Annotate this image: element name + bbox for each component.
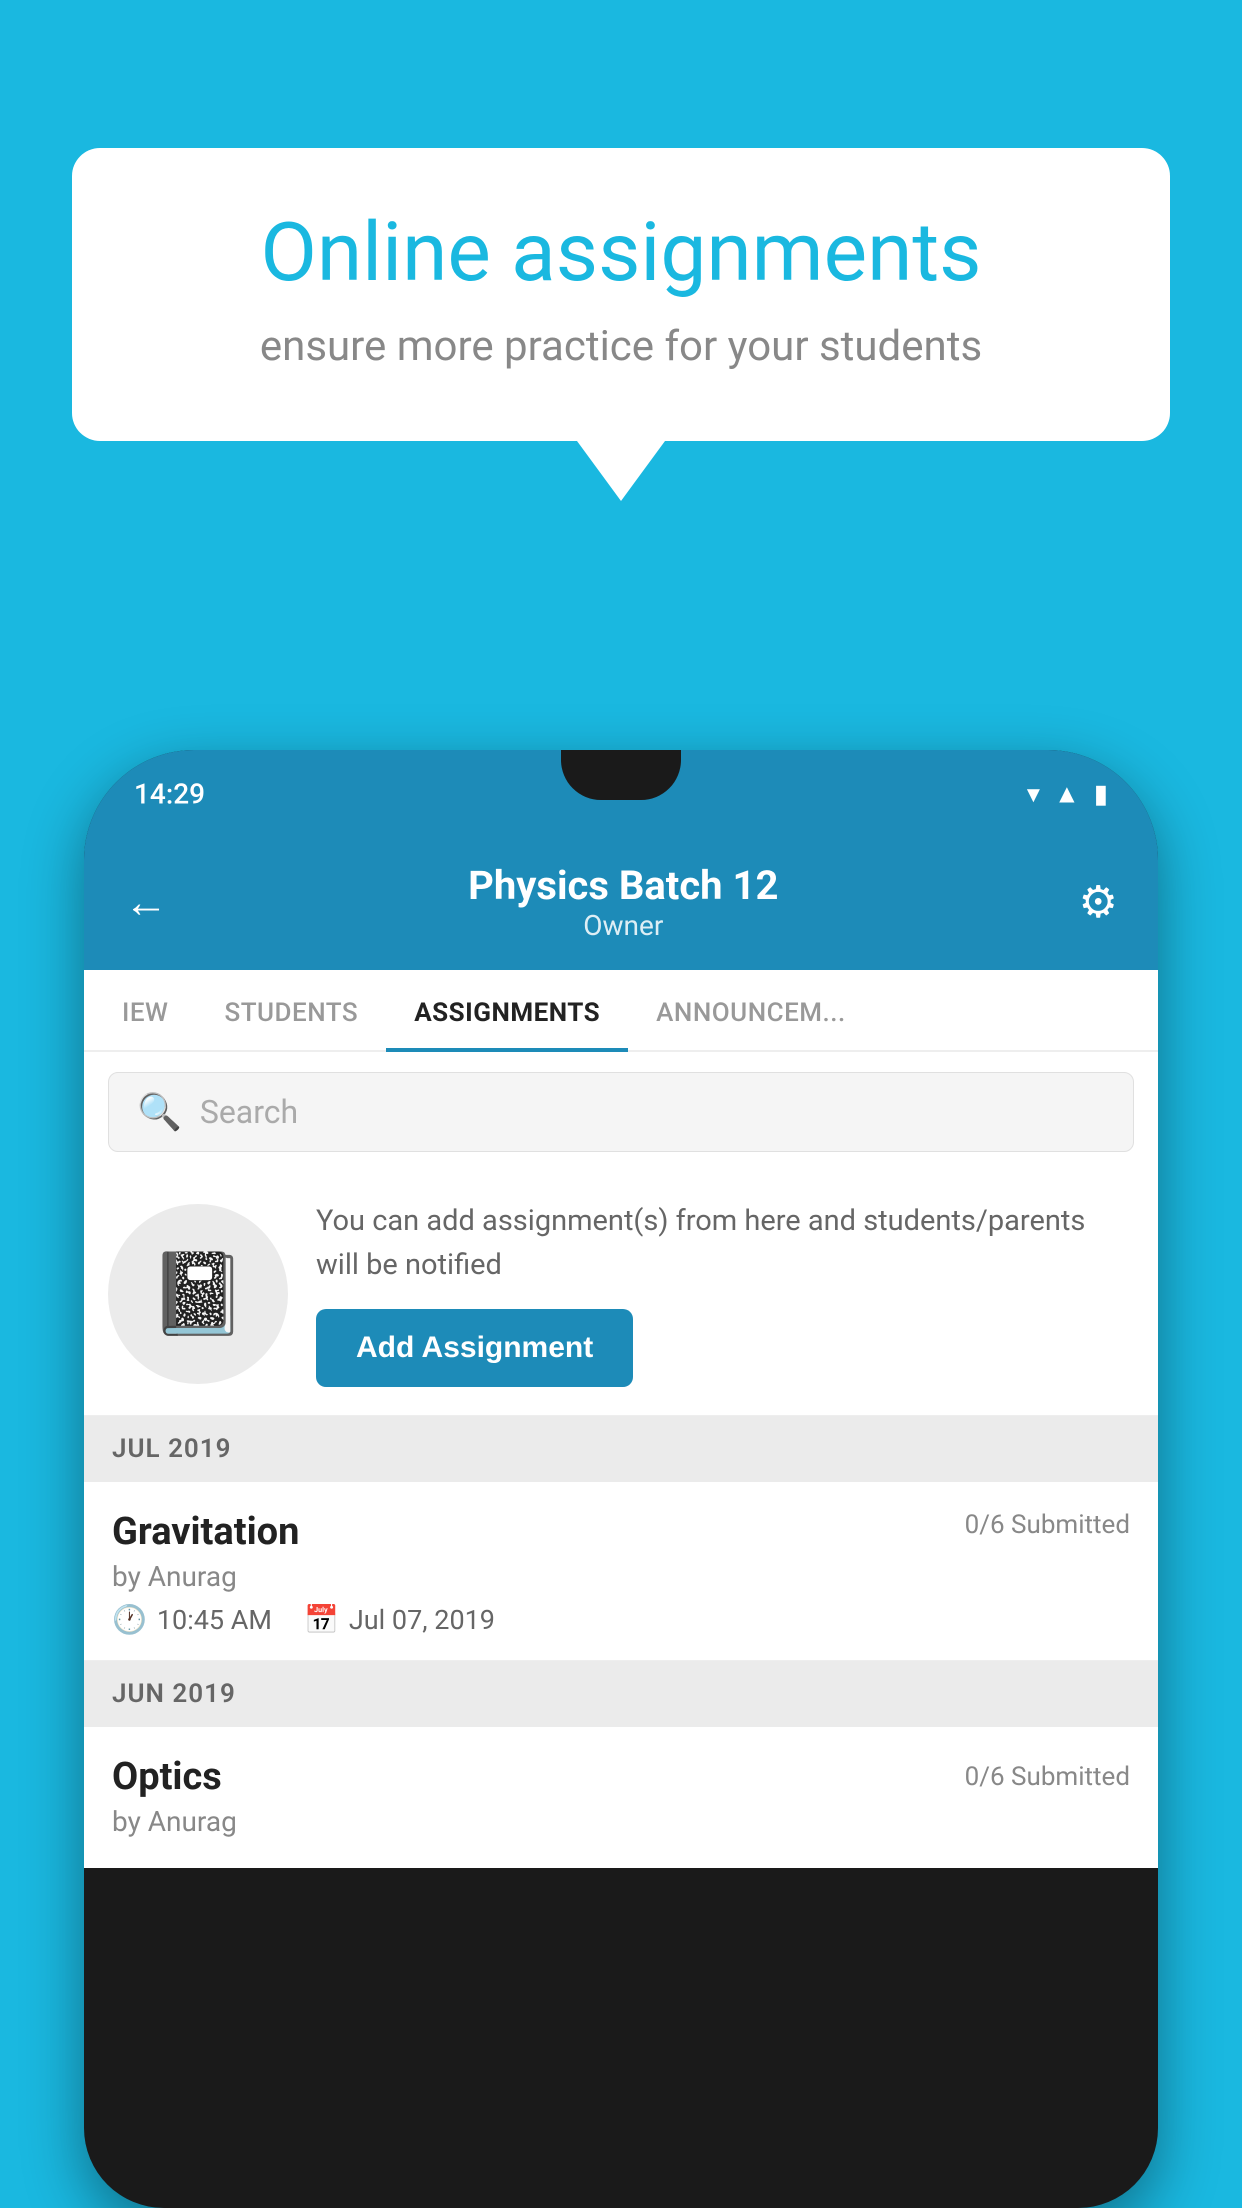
assignment-time-value: 10:45 AM bbox=[157, 1604, 272, 1636]
speech-bubble-title: Online assignments bbox=[152, 208, 1090, 298]
assignment-time: 🕐 10:45 AM bbox=[112, 1603, 272, 1636]
status-bar-time: 14:29 bbox=[134, 778, 205, 811]
tab-assignments[interactable]: ASSIGNMENTS bbox=[386, 970, 628, 1052]
tab-announcements[interactable]: ANNOUNCEM... bbox=[628, 970, 874, 1052]
assignment-meta: 🕐 10:45 AM 📅 Jul 07, 2019 bbox=[112, 1603, 1130, 1636]
assignment-submitted-count: 0/6 Submitted bbox=[965, 1510, 1130, 1540]
promo-right: You can add assignment(s) from here and … bbox=[316, 1200, 1134, 1387]
assignment-submitted-optics: 0/6 Submitted bbox=[965, 1762, 1130, 1792]
assignment-top-row-optics: Optics 0/6 Submitted bbox=[112, 1755, 1130, 1799]
add-assignment-promo: 📓 You can add assignment(s) from here an… bbox=[84, 1172, 1158, 1416]
wifi-icon: ▾ bbox=[1027, 779, 1040, 809]
battery-icon: ▮ bbox=[1094, 779, 1108, 809]
phone-frame: 14:29 ▾ ▲ ▮ ← Physics Batch 12 Owner ⚙ I… bbox=[84, 750, 1158, 2208]
assignment-author: by Anurag bbox=[112, 1560, 1130, 1593]
tab-iew[interactable]: IEW bbox=[94, 970, 196, 1052]
assignment-date: 📅 Jul 07, 2019 bbox=[304, 1603, 495, 1636]
assignment-title-optics: Optics bbox=[112, 1755, 222, 1799]
promo-text: You can add assignment(s) from here and … bbox=[316, 1200, 1134, 1287]
speech-bubble-card: Online assignments ensure more practice … bbox=[72, 148, 1170, 441]
assignment-item-optics[interactable]: Optics 0/6 Submitted by Anurag bbox=[84, 1727, 1158, 1868]
tab-students[interactable]: STUDENTS bbox=[196, 970, 386, 1052]
assignment-title: Gravitation bbox=[112, 1510, 299, 1554]
assignment-author-optics: by Anurag bbox=[112, 1805, 1130, 1838]
phone-content: 🔍 Search 📓 You can add assignment(s) fro… bbox=[84, 1052, 1158, 1868]
section-header-jul: JUL 2019 bbox=[84, 1416, 1158, 1482]
back-button[interactable]: ← bbox=[124, 876, 168, 928]
status-bar-icons: ▾ ▲ ▮ bbox=[1027, 779, 1108, 810]
speech-bubble-section: Online assignments ensure more practice … bbox=[72, 148, 1170, 501]
assignment-date-value: Jul 07, 2019 bbox=[349, 1604, 495, 1636]
section-header-jun: JUN 2019 bbox=[84, 1661, 1158, 1727]
header-title: Physics Batch 12 bbox=[168, 862, 1079, 909]
app-header: ← Physics Batch 12 Owner ⚙ bbox=[84, 838, 1158, 970]
speech-bubble-arrow bbox=[577, 441, 665, 501]
header-subtitle: Owner bbox=[168, 909, 1079, 942]
clock-icon: 🕐 bbox=[112, 1603, 147, 1636]
promo-icon-circle: 📓 bbox=[108, 1204, 288, 1384]
status-bar: 14:29 ▾ ▲ ▮ bbox=[84, 750, 1158, 838]
search-placeholder: Search bbox=[200, 1093, 298, 1131]
phone-notch bbox=[561, 750, 681, 800]
search-bar[interactable]: 🔍 Search bbox=[108, 1072, 1134, 1152]
add-assignment-button[interactable]: Add Assignment bbox=[316, 1309, 633, 1387]
search-icon: 🔍 bbox=[137, 1091, 182, 1133]
settings-icon[interactable]: ⚙ bbox=[1079, 876, 1118, 928]
search-container: 🔍 Search bbox=[84, 1052, 1158, 1172]
tabs-bar: IEW STUDENTS ASSIGNMENTS ANNOUNCEM... bbox=[84, 970, 1158, 1052]
assignment-top-row: Gravitation 0/6 Submitted bbox=[112, 1510, 1130, 1554]
signal-icon: ▲ bbox=[1054, 779, 1080, 810]
speech-bubble-subtitle: ensure more practice for your students bbox=[152, 322, 1090, 371]
assignment-item-gravitation[interactable]: Gravitation 0/6 Submitted by Anurag 🕐 10… bbox=[84, 1482, 1158, 1661]
header-center: Physics Batch 12 Owner bbox=[168, 862, 1079, 942]
notebook-icon: 📓 bbox=[148, 1247, 248, 1341]
calendar-icon: 📅 bbox=[304, 1603, 339, 1636]
